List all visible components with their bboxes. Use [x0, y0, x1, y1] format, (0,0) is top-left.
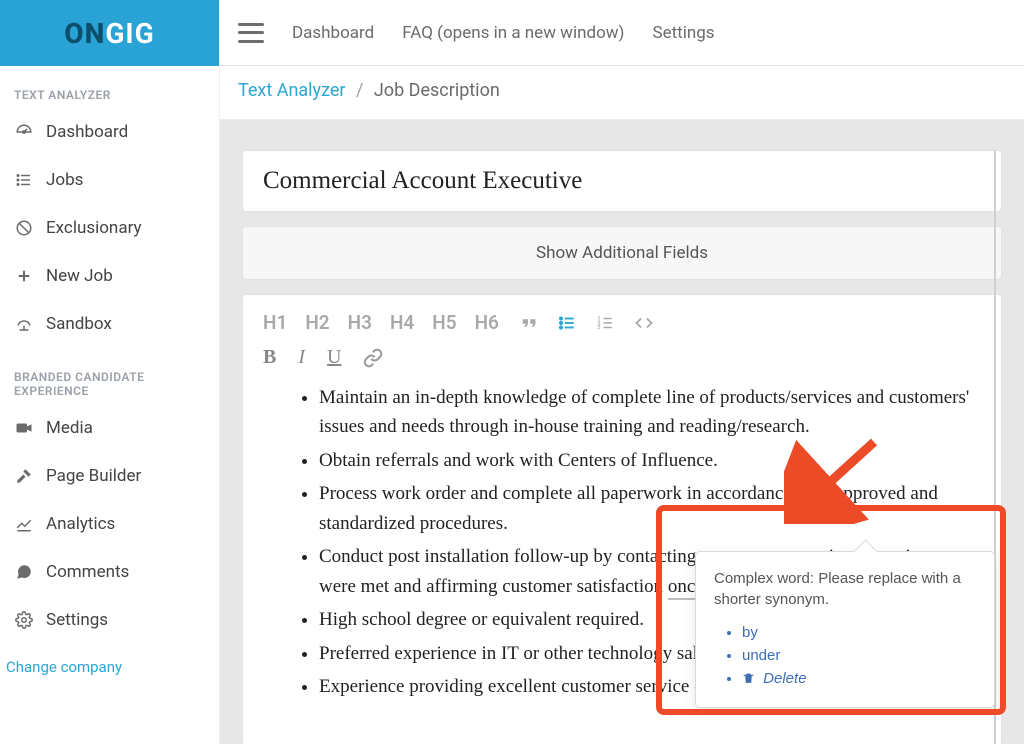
sidebar-item-label: Jobs	[46, 170, 83, 190]
list-item[interactable]: Process work order and complete all pape…	[319, 479, 981, 538]
sidebar-item-exclusionary[interactable]: Exclusionary	[0, 204, 219, 252]
comment-icon	[14, 563, 34, 581]
sidebar-item-label: Comments	[46, 562, 129, 582]
sidebar-item-label: Sandbox	[46, 314, 112, 334]
sidebar-item-label: Page Builder	[46, 466, 141, 486]
change-company-link[interactable]: Change company	[0, 644, 219, 690]
toolbar-h1[interactable]: H1	[263, 311, 287, 334]
gauge-icon	[14, 123, 34, 141]
list-item[interactable]: Maintain an in-depth knowledge of comple…	[319, 383, 981, 442]
toolbar-italic[interactable]: I	[298, 346, 305, 369]
breadcrumb: Text Analyzer / Job Description	[220, 66, 1024, 120]
logo-part2: GIG	[105, 17, 154, 50]
editor-panel: H1 H2 H3 H4 H5 H6 123	[242, 294, 1002, 744]
sidebar-item-label: Analytics	[46, 514, 115, 534]
umbrella-icon	[14, 315, 34, 333]
sidebar-item-sandbox[interactable]: Sandbox	[0, 300, 219, 348]
suggestion-tooltip: Complex word: Please replace with a shor…	[695, 551, 995, 708]
sidebar-item-analytics[interactable]: Analytics	[0, 500, 219, 548]
ban-icon	[14, 219, 34, 237]
editor-toolbar-headings: H1 H2 H3 H4 H5 H6 123	[263, 311, 981, 334]
chart-icon	[14, 515, 34, 533]
workspace: Commercial Account Executive Show Additi…	[220, 120, 1024, 744]
sidebar-item-label: Settings	[46, 610, 108, 630]
toolbar-h5[interactable]: H5	[432, 311, 456, 334]
list-item[interactable]: Obtain referrals and work with Centers o…	[319, 446, 981, 475]
tooltip-suggestion[interactable]: by	[742, 624, 976, 641]
job-title-panel: Commercial Account Executive	[242, 150, 1002, 212]
show-additional-fields-button[interactable]: Show Additional Fields	[242, 226, 1002, 280]
job-title[interactable]: Commercial Account Executive	[263, 167, 981, 195]
toolbar-bold[interactable]: B	[263, 346, 276, 369]
sidebar-section-branded: BRANDED CANDIDATE EXPERIENCE	[0, 348, 219, 404]
breadcrumb-sep: /	[350, 80, 369, 101]
toolbar-h2[interactable]: H2	[305, 311, 329, 334]
logo[interactable]: ONGIG	[64, 17, 154, 50]
tooltip-message: Complex word: Please replace with a shor…	[714, 568, 976, 610]
sidebar-item-label: Exclusionary	[46, 218, 142, 238]
sidebar-item-settings[interactable]: Settings	[0, 596, 219, 644]
toolbar-h6[interactable]: H6	[475, 311, 499, 334]
sidebar-item-jobs[interactable]: Jobs	[0, 156, 219, 204]
topbar-link-faq[interactable]: FAQ (opens in a new window)	[402, 23, 624, 43]
toolbar-numbered-list[interactable]: 123	[595, 314, 615, 332]
topbar-link-settings[interactable]: Settings	[652, 23, 714, 43]
tooltip-delete[interactable]: Delete	[742, 670, 976, 687]
toolbar-blockquote[interactable]	[517, 314, 539, 332]
gear-icon	[14, 611, 34, 629]
trash-icon	[742, 670, 759, 687]
toolbar-bullet-list[interactable]	[557, 314, 577, 332]
logo-bar: ONGIG	[0, 0, 219, 66]
hammer-icon	[14, 467, 34, 485]
sidebar-item-dashboard[interactable]: Dashboard	[0, 108, 219, 156]
flagged-phrase[interactable]: in accordance with	[687, 483, 830, 507]
toolbar-h3[interactable]: H3	[348, 311, 372, 334]
video-icon	[14, 421, 34, 435]
sidebar-item-comments[interactable]: Comments	[0, 548, 219, 596]
toolbar-code[interactable]	[633, 314, 655, 332]
list-icon	[14, 171, 34, 189]
hamburger-icon[interactable]	[238, 23, 264, 43]
sidebar: ONGIG TEXT ANALYZER Dashboard Jobs Exclu…	[0, 0, 220, 744]
sidebar-item-media[interactable]: Media	[0, 404, 219, 452]
main-area: Dashboard FAQ (opens in a new window) Se…	[220, 0, 1024, 744]
sidebar-item-label: Media	[46, 418, 93, 438]
sidebar-item-label: Dashboard	[46, 122, 128, 142]
topbar: Dashboard FAQ (opens in a new window) Se…	[220, 0, 1024, 66]
plus-icon	[14, 268, 34, 284]
topbar-link-dashboard[interactable]: Dashboard	[292, 23, 374, 43]
sidebar-item-page-builder[interactable]: Page Builder	[0, 452, 219, 500]
sidebar-section-text-analyzer: TEXT ANALYZER	[0, 66, 219, 108]
breadcrumb-root[interactable]: Text Analyzer	[238, 80, 346, 101]
toolbar-link[interactable]	[363, 348, 383, 368]
tooltip-suggestion[interactable]: under	[742, 647, 976, 664]
breadcrumb-leaf: Job Description	[374, 80, 500, 101]
svg-text:3: 3	[597, 325, 600, 331]
editor-toolbar-format: B I U	[263, 346, 981, 369]
logo-part1: ON	[64, 17, 105, 50]
sidebar-item-label: New Job	[46, 266, 113, 286]
sidebar-item-new-job[interactable]: New Job	[0, 252, 219, 300]
toolbar-underline[interactable]: U	[327, 346, 341, 369]
toolbar-h4[interactable]: H4	[390, 311, 414, 334]
